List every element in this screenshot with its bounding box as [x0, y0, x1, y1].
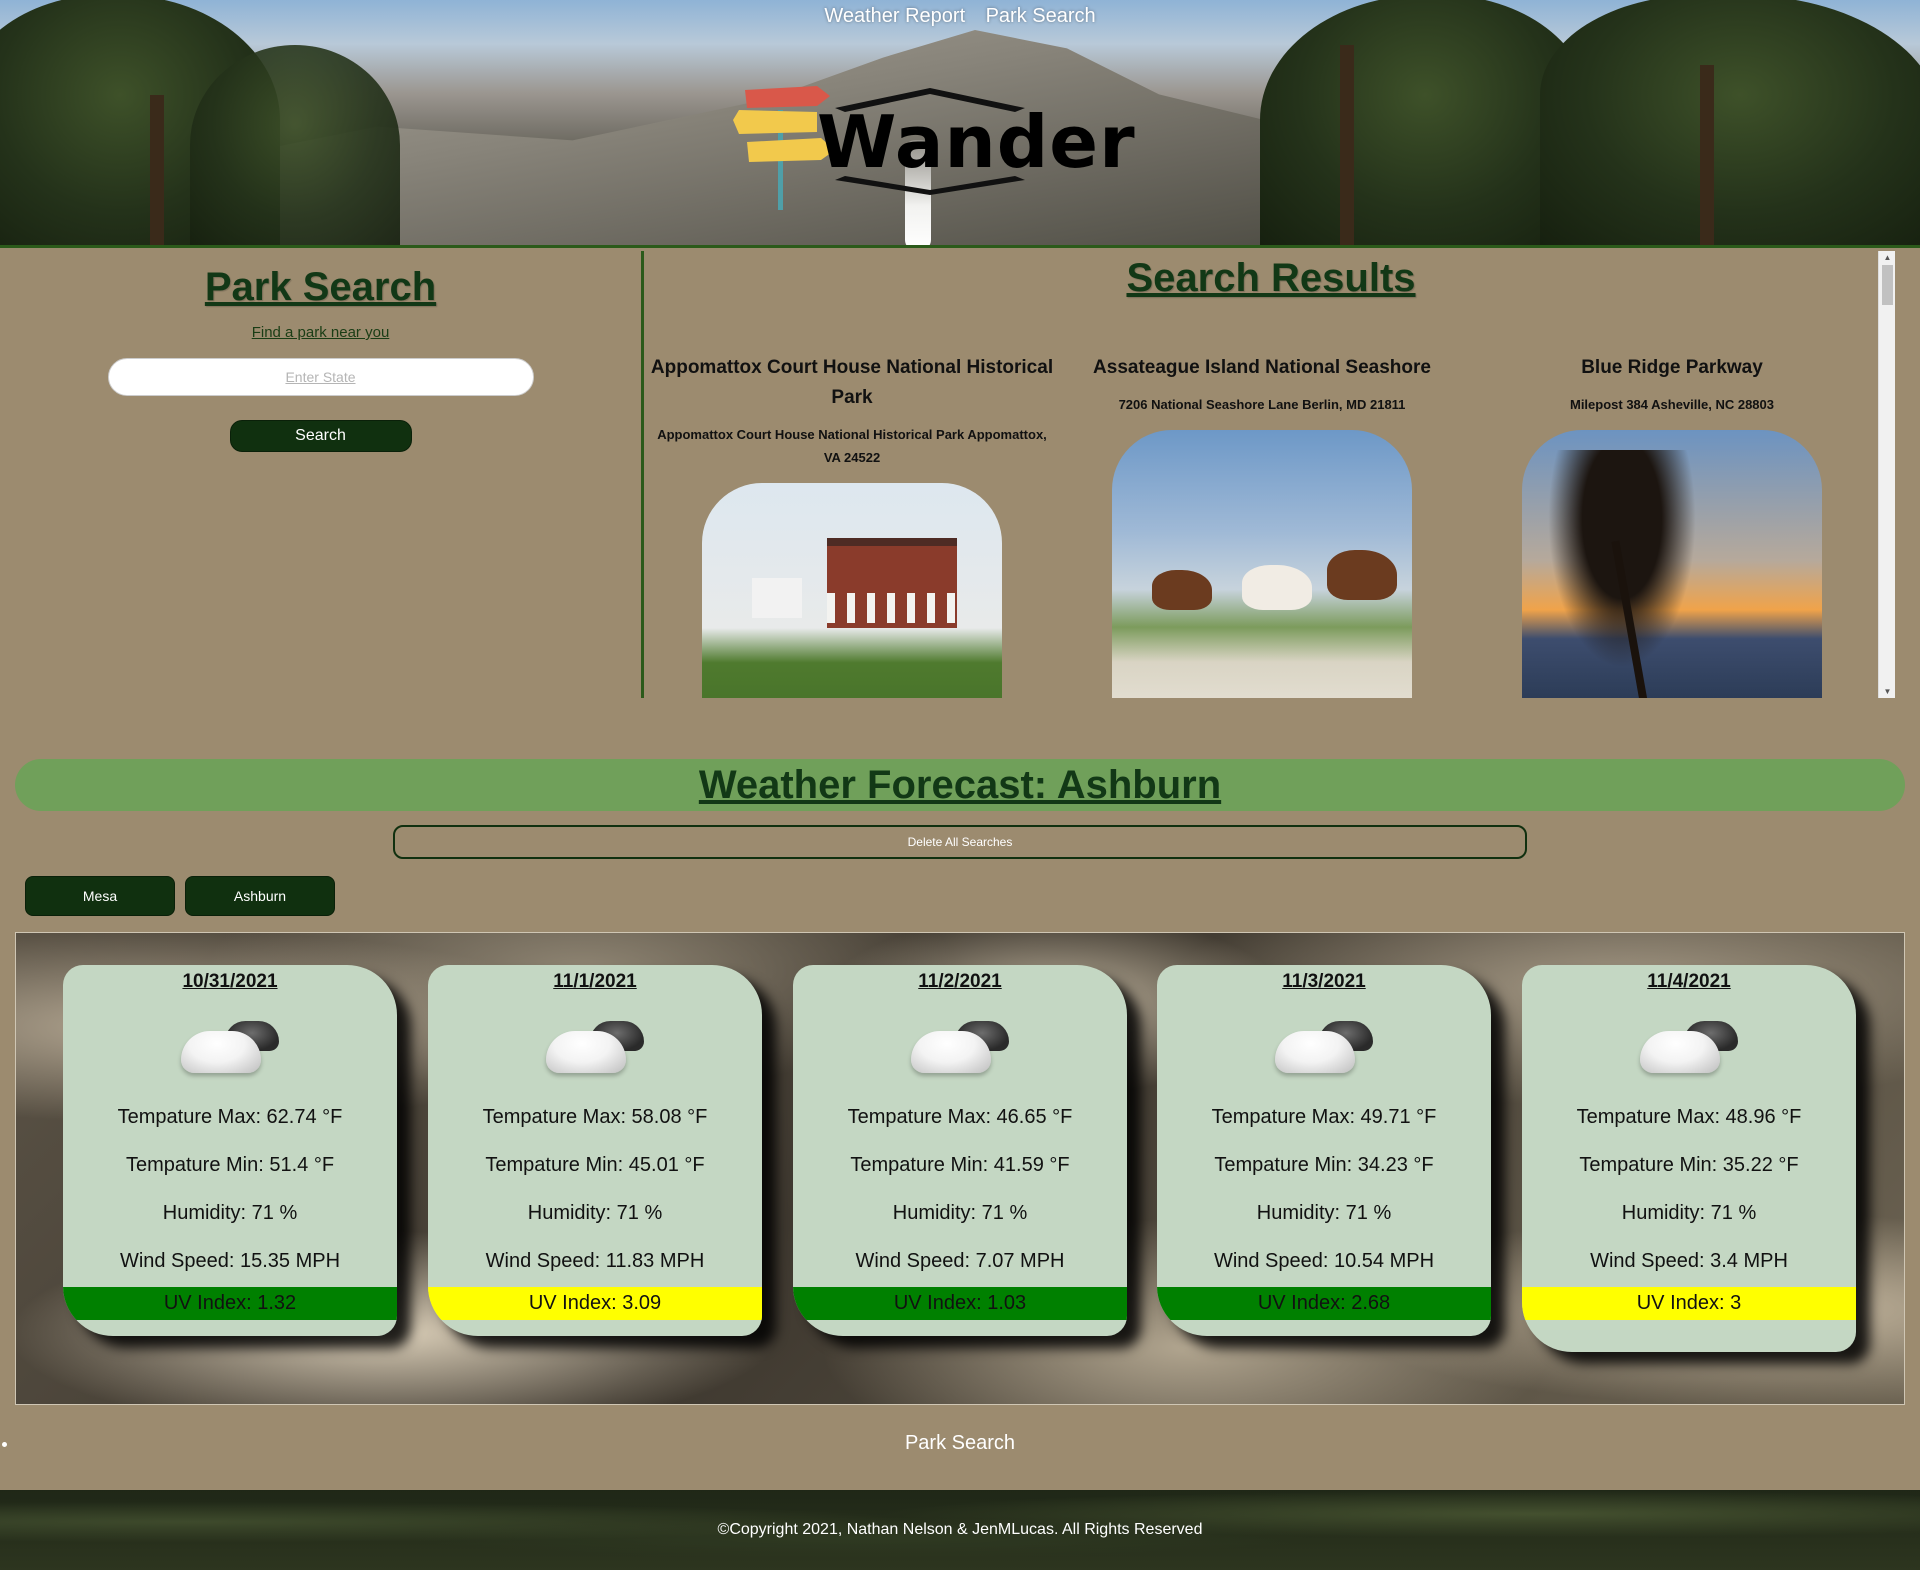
- tree-trunk: [150, 95, 164, 245]
- photo-detail: [827, 593, 957, 623]
- forecast-day-card: 11/3/2021 Tempature Max: 49.71 °F Tempat…: [1157, 965, 1491, 1336]
- park-card[interactable]: Appomattox Court House National Historic…: [647, 353, 1057, 698]
- nav-weather-report[interactable]: Weather Report: [824, 5, 965, 27]
- state-input[interactable]: [107, 358, 534, 396]
- photo-detail: [1152, 570, 1212, 610]
- humidity: Humidity: 71 %: [892, 1202, 1028, 1224]
- copyright-text: ©Copyright 2021, Nathan Nelson & JenMLuc…: [717, 1521, 1203, 1538]
- nav-park-search[interactable]: Park Search: [986, 5, 1096, 27]
- weather-title: Weather Forecast: Ashburn: [698, 763, 1222, 807]
- pine-tree-right-2: [1540, 0, 1920, 245]
- forecast-date: 11/2/2021: [918, 971, 1002, 992]
- search-button[interactable]: Search: [229, 420, 412, 452]
- search-results-panel[interactable]: Search Results Appomattox Court House Na…: [647, 251, 1895, 698]
- partly-cloudy-icon: [1634, 1017, 1744, 1077]
- top-nav: Weather Report Park Search: [0, 5, 1920, 28]
- delete-all-searches-button[interactable]: Delete All Searches: [393, 825, 1527, 859]
- park-address: 7206 National Seashore Lane Berlin, MD 2…: [1118, 397, 1406, 412]
- weather-banner: Weather Forecast: Ashburn: [15, 759, 1905, 811]
- forecast-day-card: 11/1/2021 Tempature Max: 58.08 °F Tempat…: [428, 965, 762, 1336]
- scroll-down-icon[interactable]: ▼: [1879, 687, 1896, 696]
- scroll-up-icon[interactable]: ▲: [1879, 253, 1896, 262]
- temp-min: Tempature Min: 35.22 °F: [1579, 1154, 1799, 1176]
- forecast-day-card: 11/4/2021 Tempature Max: 48.96 °F Tempat…: [1522, 965, 1856, 1352]
- photo-detail: [1327, 550, 1397, 600]
- partly-cloudy-icon: [905, 1017, 1015, 1077]
- scroll-thumb[interactable]: [1882, 265, 1893, 305]
- saved-city-button[interactable]: Mesa: [25, 876, 175, 916]
- park-name: Assateague Island National Seashore: [1093, 357, 1431, 378]
- partly-cloudy-icon: [175, 1017, 285, 1077]
- park-search-panel: Park Search Find a park near you Search: [0, 251, 644, 698]
- tree-trunk: [1340, 45, 1354, 245]
- wander-logo: Wander: [725, 80, 1135, 210]
- results-scrollbar[interactable]: ▲ ▼: [1878, 251, 1895, 698]
- wind-speed: Wind Speed: 10.54 MPH: [1213, 1250, 1435, 1272]
- park-address: Appomattox Court House National Historic…: [657, 427, 1047, 465]
- uv-index-badge: UV Index: 3.09: [428, 1287, 762, 1320]
- forecast-date: 10/31/2021: [182, 971, 278, 992]
- uv-index-badge: UV Index: 1.03: [793, 1287, 1127, 1320]
- temp-max: Tempature Max: 48.96 °F: [1576, 1106, 1802, 1128]
- photo-detail: [1242, 565, 1312, 610]
- uv-index-badge: UV Index: 3: [1522, 1287, 1856, 1320]
- humidity: Humidity: 71 %: [1256, 1202, 1392, 1224]
- temp-min: Tempature Min: 34.23 °F: [1214, 1154, 1434, 1176]
- bullet-icon: [2, 1442, 7, 1447]
- photo-detail: [752, 578, 802, 618]
- tree-trunk: [1700, 65, 1714, 245]
- temp-max: Tempature Max: 49.71 °F: [1211, 1106, 1437, 1128]
- humidity: Humidity: 71 %: [1621, 1202, 1757, 1224]
- humidity: Humidity: 71 %: [162, 1202, 298, 1224]
- wind-speed: Wind Speed: 3.4 MPH: [1590, 1250, 1788, 1272]
- header-hero: Weather Report Park Search Wander: [0, 0, 1920, 248]
- logo-text: Wander: [817, 100, 1136, 184]
- park-photo: [702, 483, 1002, 698]
- uv-index-badge: UV Index: 1.32: [63, 1287, 397, 1320]
- temp-min: Tempature Min: 51.4 °F: [125, 1154, 335, 1176]
- wind-speed: Wind Speed: 15.35 MPH: [119, 1250, 341, 1272]
- park-photo: [1112, 430, 1412, 698]
- forecast-date: 11/3/2021: [1282, 971, 1366, 992]
- temp-max: Tempature Max: 62.74 °F: [117, 1106, 343, 1128]
- forecast-day-card: 11/2/2021 Tempature Max: 46.65 °F Tempat…: [793, 965, 1127, 1336]
- forecast-date: 11/4/2021: [1647, 971, 1731, 992]
- park-name: Blue Ridge Parkway: [1581, 357, 1763, 378]
- park-search-subtitle: Find a park near you: [251, 324, 390, 341]
- partly-cloudy-icon: [1269, 1017, 1379, 1077]
- humidity: Humidity: 71 %: [527, 1202, 663, 1224]
- uv-index-badge: UV Index: 2.68: [1157, 1287, 1491, 1320]
- saved-city-button[interactable]: Ashburn: [185, 876, 335, 916]
- temp-max: Tempature Max: 58.08 °F: [482, 1106, 708, 1128]
- wind-speed: Wind Speed: 7.07 MPH: [855, 1250, 1065, 1272]
- footer: ©Copyright 2021, Nathan Nelson & JenMLuc…: [0, 1490, 1920, 1570]
- forecast-day-card: 10/31/2021 Tempature Max: 62.74 °F Tempa…: [63, 965, 397, 1336]
- park-card[interactable]: Blue Ridge Parkway Milepost 384 Ashevill…: [1467, 353, 1877, 698]
- park-card[interactable]: Assateague Island National Seashore 7206…: [1057, 353, 1467, 698]
- bottom-nav: Park Search: [0, 1432, 1920, 1455]
- park-photo: [1522, 430, 1822, 698]
- temp-max: Tempature Max: 46.65 °F: [847, 1106, 1073, 1128]
- partly-cloudy-icon: [540, 1017, 650, 1077]
- wind-speed: Wind Speed: 11.83 MPH: [485, 1250, 705, 1272]
- forecast-area: 10/31/2021 Tempature Max: 62.74 °F Tempa…: [15, 932, 1905, 1405]
- park-address: Milepost 384 Asheville, NC 28803: [1569, 397, 1774, 412]
- forecast-date: 11/1/2021: [553, 971, 637, 992]
- pine-tree-left-2: [190, 45, 400, 245]
- search-results-title: Search Results: [1126, 256, 1416, 300]
- footer-nav-park-search[interactable]: Park Search: [905, 1432, 1015, 1454]
- park-search-title: Park Search: [204, 265, 437, 309]
- temp-min: Tempature Min: 41.59 °F: [850, 1154, 1070, 1176]
- temp-min: Tempature Min: 45.01 °F: [485, 1154, 705, 1176]
- park-name: Appomattox Court House National Historic…: [650, 357, 1054, 408]
